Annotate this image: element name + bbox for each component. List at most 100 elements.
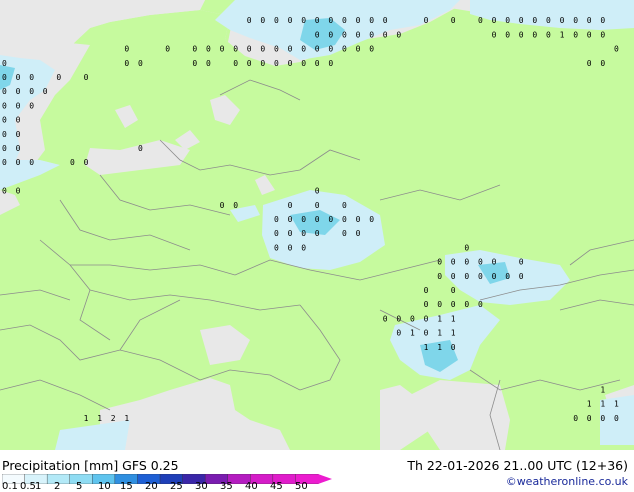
- precip-value: 0: [587, 30, 592, 39]
- precip-value: 1: [437, 343, 442, 352]
- precip-value: 0: [587, 59, 592, 68]
- precip-value: 0: [383, 16, 388, 25]
- precip-value: 0: [478, 258, 483, 267]
- precip-value: 0: [342, 229, 347, 238]
- precip-value: 0: [16, 144, 21, 153]
- precip-value: 0: [328, 16, 333, 25]
- colorbar-tick-label: 1: [35, 481, 42, 492]
- precip-value: 0: [587, 414, 592, 423]
- colorbar-tick-label: 45: [270, 481, 283, 492]
- colorbar-tick-label: 0.5: [20, 481, 36, 492]
- precip-value: 0: [16, 116, 21, 125]
- precip-value: 0: [2, 158, 7, 167]
- precip-value: 1: [437, 314, 442, 323]
- precip-value: 0: [2, 59, 7, 68]
- colorbar-tick-label: 0.1: [2, 481, 18, 492]
- precip-value: 0: [396, 30, 401, 39]
- precip-value: 0: [247, 16, 252, 25]
- colorbar-tick-label: 35: [220, 481, 233, 492]
- precip-value: 0: [29, 101, 34, 110]
- precip-value: 0: [56, 73, 61, 82]
- precip-value: 0: [2, 187, 7, 196]
- precip-value: 0: [274, 243, 279, 252]
- precip-value: 0: [274, 16, 279, 25]
- precip-value: 0: [437, 300, 442, 309]
- precip-value: 0: [16, 130, 21, 139]
- forecast-timestamp: Th 22-01-2026 21..00 UTC (12+36): [407, 458, 628, 473]
- precip-value: 1: [424, 343, 429, 352]
- precip-value: 0: [369, 215, 374, 224]
- precip-value: 0: [519, 16, 524, 25]
- precip-value: 0: [2, 144, 7, 153]
- precip-value: 0: [342, 30, 347, 39]
- precip-value: 0: [315, 201, 320, 210]
- precip-value: 0: [2, 73, 7, 82]
- precip-value: 0: [16, 73, 21, 82]
- precip-value: 0: [206, 45, 211, 54]
- precip-value: 0: [451, 16, 456, 25]
- site-credit: ©weatheronline.co.uk: [505, 475, 628, 488]
- colorbar-tick-label: 50: [295, 481, 308, 492]
- precip-value: 0: [2, 130, 7, 139]
- precip-value: 1: [614, 400, 619, 409]
- map-footer: Precipitation [mm] GFS 0.25 Th 22-01-202…: [0, 450, 634, 492]
- precip-value: 0: [138, 144, 143, 153]
- precip-value: 0: [505, 272, 510, 281]
- precip-value: 0: [342, 45, 347, 54]
- precip-value: 0: [532, 16, 537, 25]
- precip-value: 0: [519, 258, 524, 267]
- precip-value: 0: [288, 59, 293, 68]
- precip-value: 0: [301, 59, 306, 68]
- precip-value: 2: [111, 414, 116, 423]
- precip-value: 0: [437, 272, 442, 281]
- precip-value: 0: [573, 414, 578, 423]
- precip-value: 0: [437, 258, 442, 267]
- precip-value: 0: [356, 16, 361, 25]
- precip-value: 0: [464, 243, 469, 252]
- precip-value: 0: [342, 215, 347, 224]
- precip-value: 0: [315, 187, 320, 196]
- precip-value: 0: [492, 30, 497, 39]
- precip-value: 0: [328, 215, 333, 224]
- precip-value: 0: [84, 73, 89, 82]
- precip-value: 0: [505, 16, 510, 25]
- precip-value: 0: [424, 314, 429, 323]
- precip-value: 0: [274, 59, 279, 68]
- precip-value: 0: [451, 343, 456, 352]
- precip-value: 0: [464, 300, 469, 309]
- colorbar-tick-label: 25: [170, 481, 183, 492]
- precip-value: 0: [315, 45, 320, 54]
- precip-value: 1: [84, 414, 89, 423]
- map-canvas: 0 0 0 0 0 0 0 0 0 0 0 0 0 0 0 0 0 0 0 0 0 0 00 0 0 0 0 0 0 0 0 0 0 0 1 0 0 00…: [0, 0, 634, 451]
- precip-value: 0: [301, 229, 306, 238]
- map-title: Precipitation [mm] GFS 0.25: [2, 458, 179, 473]
- precip-value: 0: [451, 286, 456, 295]
- precip-value: 0: [505, 30, 510, 39]
- precip-value: 0: [233, 201, 238, 210]
- precip-value: 0: [2, 101, 7, 110]
- precip-value: 0: [301, 16, 306, 25]
- precip-value: 1: [410, 329, 415, 338]
- precip-value: 0: [560, 16, 565, 25]
- precip-value: 0: [16, 158, 21, 167]
- precip-value: 0: [2, 116, 7, 125]
- precip-value: 1: [560, 30, 565, 39]
- precip-value: 0: [247, 45, 252, 54]
- precip-value: 0: [519, 30, 524, 39]
- precip-value: 0: [2, 87, 7, 96]
- precip-value: 0: [478, 272, 483, 281]
- precip-value: 0: [192, 45, 197, 54]
- precip-value: 0: [600, 59, 605, 68]
- precip-value: 0: [260, 16, 265, 25]
- colorbar-tick-label: 40: [245, 481, 258, 492]
- precip-value: 0: [424, 329, 429, 338]
- precip-value: 0: [301, 243, 306, 252]
- precip-value: 0: [274, 45, 279, 54]
- precip-value: 0: [315, 215, 320, 224]
- precip-value: 0: [315, 16, 320, 25]
- precip-value: 0: [220, 201, 225, 210]
- precip-value: 0: [29, 87, 34, 96]
- precip-value: 0: [369, 30, 374, 39]
- precip-value: 0: [451, 258, 456, 267]
- precip-value: 0: [424, 300, 429, 309]
